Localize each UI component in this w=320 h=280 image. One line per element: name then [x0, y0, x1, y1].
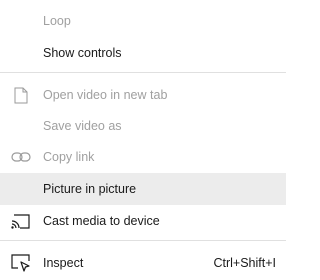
menu-item-copy-link[interactable]: Copy link [0, 141, 286, 173]
video-context-menu: Loop Show controls Open video in new tab… [0, 0, 286, 280]
document-icon [11, 85, 31, 105]
menu-item-cast-media-label: Cast media to device [43, 214, 160, 228]
menu-item-inspect[interactable]: Inspect Ctrl+Shift+I [0, 247, 286, 279]
menu-separator [0, 240, 286, 241]
menu-item-loop-label: Loop [43, 14, 71, 28]
inspect-shortcut: Ctrl+Shift+I [213, 256, 276, 270]
menu-item-cast-media[interactable]: Cast media to device [0, 205, 286, 237]
inspect-icon [11, 253, 31, 273]
menu-separator [0, 72, 286, 73]
link-icon [11, 147, 31, 167]
menu-item-show-controls[interactable]: Show controls [0, 37, 286, 69]
menu-item-save-video-as-label: Save video as [43, 119, 122, 133]
menu-item-loop[interactable]: Loop [0, 5, 286, 37]
menu-item-show-controls-label: Show controls [43, 46, 122, 60]
menu-item-copy-link-label: Copy link [43, 150, 95, 164]
menu-item-open-video-new-tab[interactable]: Open video in new tab [0, 79, 286, 111]
menu-item-inspect-label: Inspect [43, 256, 84, 270]
menu-item-picture-in-picture-label: Picture in picture [43, 182, 137, 196]
cast-icon [11, 211, 31, 231]
menu-item-picture-in-picture[interactable]: Picture in picture [0, 173, 286, 205]
menu-item-save-video-as[interactable]: Save video as [0, 110, 286, 142]
menu-item-open-video-new-tab-label: Open video in new tab [43, 88, 168, 102]
